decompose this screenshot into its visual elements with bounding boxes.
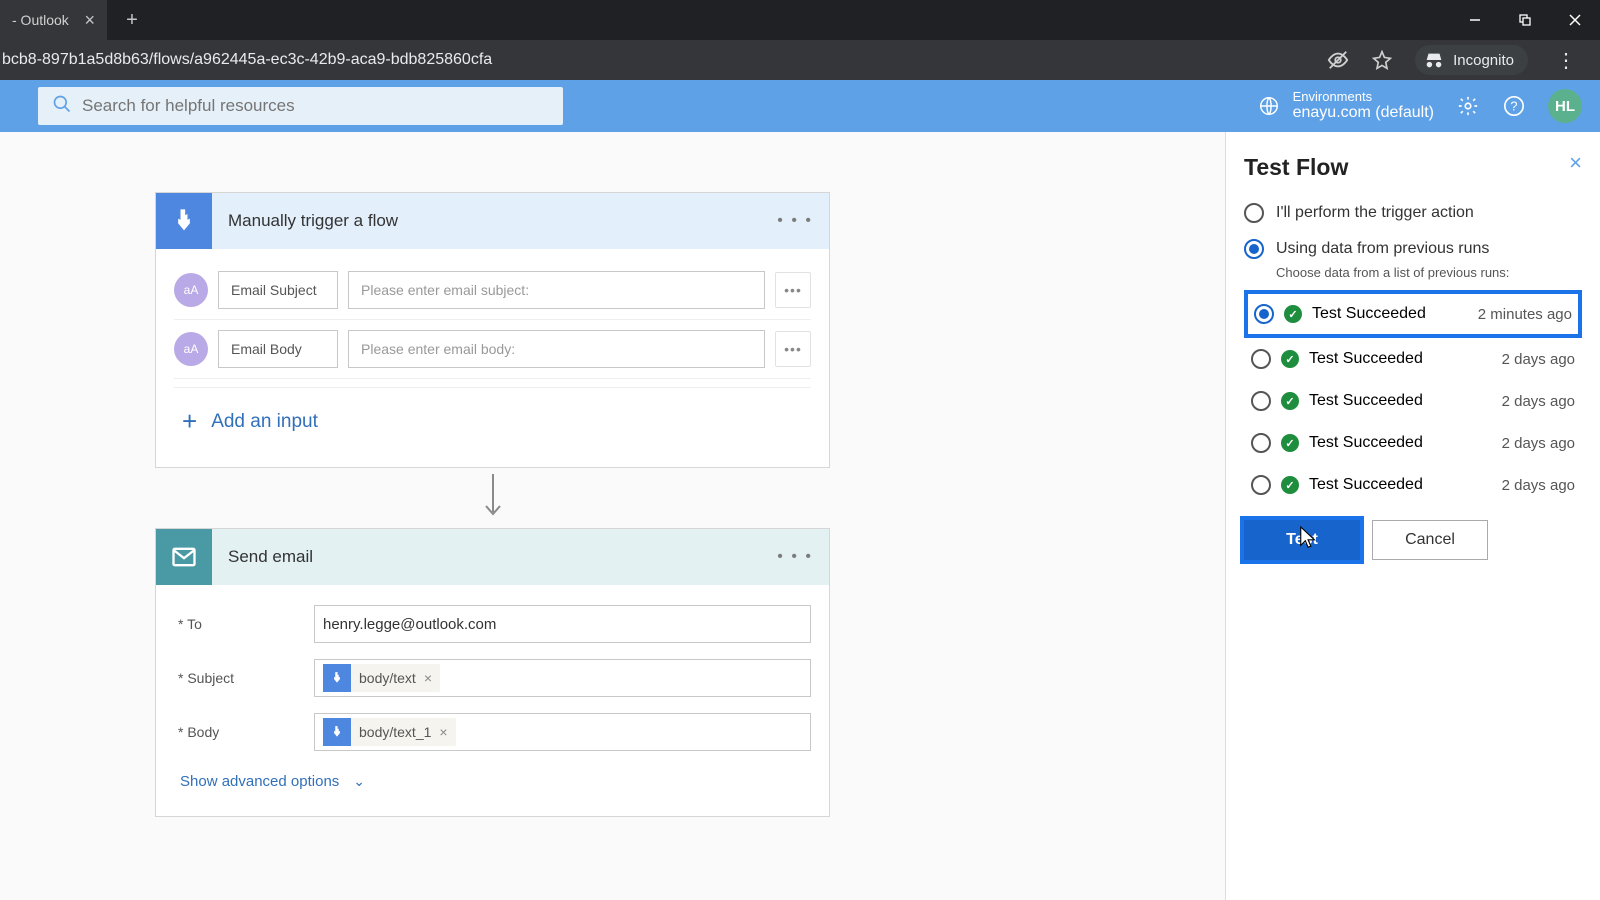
previous-runs-subtext: Choose data from a list of previous runs… xyxy=(1276,265,1582,280)
cancel-button[interactable]: Cancel xyxy=(1372,520,1488,560)
manual-trigger-icon xyxy=(156,193,212,249)
incognito-badge[interactable]: Incognito xyxy=(1415,45,1528,75)
environments-label: Environments xyxy=(1293,90,1434,104)
show-advanced-options[interactable]: Show advanced options ⌄ xyxy=(174,759,811,808)
add-input-button[interactable]: + Add an input xyxy=(174,387,811,459)
search-input[interactable] xyxy=(82,96,549,116)
previous-run-item[interactable]: ✓ Test Succeeded 2 days ago xyxy=(1244,422,1582,464)
input-placeholder-field[interactable]: Please enter email subject: xyxy=(348,271,765,309)
search-icon xyxy=(52,94,72,119)
flow-token-icon xyxy=(323,718,351,746)
success-check-icon: ✓ xyxy=(1281,392,1299,410)
search-box[interactable] xyxy=(38,87,563,125)
trigger-card: Manually trigger a flow • • • aA Email S… xyxy=(155,192,830,468)
radio-checked-icon xyxy=(1254,304,1274,324)
close-panel-icon[interactable]: × xyxy=(1569,150,1582,176)
previous-run-item[interactable]: ✓ Test Succeeded 2 days ago xyxy=(1244,338,1582,380)
browser-tab[interactable]: - Outlook × xyxy=(0,0,107,40)
remove-token-icon[interactable]: × xyxy=(424,670,432,686)
browser-menu-icon[interactable]: ⋮ xyxy=(1550,48,1582,73)
previous-run-item[interactable]: ✓ Test Succeeded 2 days ago xyxy=(1244,464,1582,506)
environment-value: enayu.com (default) xyxy=(1293,104,1434,121)
tab-title: - Outlook xyxy=(12,12,69,28)
window-minimize-icon[interactable] xyxy=(1450,0,1500,40)
window-maximize-icon[interactable] xyxy=(1500,0,1550,40)
flow-arrow-icon xyxy=(155,474,830,522)
plus-icon: + xyxy=(182,406,197,437)
trigger-more-icon[interactable]: • • • xyxy=(777,212,813,230)
radio-icon xyxy=(1251,475,1271,495)
bookmark-star-icon[interactable] xyxy=(1371,49,1393,71)
svg-text:?: ? xyxy=(1510,99,1517,114)
panel-title: Test Flow xyxy=(1244,154,1582,181)
input-name-field[interactable]: Email Body xyxy=(218,330,338,368)
trigger-input-row: aA Email Subject Please enter email subj… xyxy=(174,261,811,320)
test-button[interactable]: Test xyxy=(1244,520,1360,560)
subject-label: * Subject xyxy=(174,670,314,686)
radio-checked-icon xyxy=(1244,239,1264,259)
action-card: Send email • • • * To henry.legge@outloo… xyxy=(155,528,830,817)
trigger-input-row: aA Email Body Please enter email body: •… xyxy=(174,320,811,379)
radio-icon xyxy=(1244,203,1264,223)
subject-field[interactable]: body/text × xyxy=(314,659,811,697)
incognito-label: Incognito xyxy=(1453,52,1514,69)
success-check-icon: ✓ xyxy=(1281,476,1299,494)
remove-token-icon[interactable]: × xyxy=(439,724,447,740)
previous-run-item[interactable]: ✓ Test Succeeded 2 days ago xyxy=(1244,380,1582,422)
input-placeholder-field[interactable]: Please enter email body: xyxy=(348,330,765,368)
option-previous-runs[interactable]: Using data from previous runs xyxy=(1244,239,1582,259)
new-tab-button[interactable]: + xyxy=(117,9,147,32)
chevron-down-icon: ⌄ xyxy=(353,773,365,790)
radio-icon xyxy=(1251,349,1271,369)
environment-picker[interactable]: Environments enayu.com (default) xyxy=(1257,90,1434,122)
radio-icon xyxy=(1251,391,1271,411)
globe-icon xyxy=(1257,94,1281,118)
body-label: * Body xyxy=(174,724,314,740)
text-param-icon: aA xyxy=(174,273,208,307)
user-avatar[interactable]: HL xyxy=(1548,89,1582,123)
address-bar-url[interactable]: bcb8-897b1a5d8b63/flows/a962445a-ec3c-42… xyxy=(0,51,492,69)
flow-token-icon xyxy=(323,664,351,692)
success-check-icon: ✓ xyxy=(1281,434,1299,452)
dynamic-content-token[interactable]: body/text × xyxy=(323,664,440,692)
to-label: * To xyxy=(174,616,314,632)
success-check-icon: ✓ xyxy=(1284,305,1302,323)
test-flow-panel: × Test Flow I'll perform the trigger act… xyxy=(1225,132,1600,900)
send-email-icon xyxy=(156,529,212,585)
success-check-icon: ✓ xyxy=(1281,350,1299,368)
option-manual-trigger[interactable]: I'll perform the trigger action xyxy=(1244,203,1582,223)
trigger-title: Manually trigger a flow xyxy=(228,211,398,231)
input-row-more-icon[interactable]: ••• xyxy=(775,272,811,308)
action-more-icon[interactable]: • • • xyxy=(777,548,813,566)
action-title: Send email xyxy=(228,547,313,567)
text-param-icon: aA xyxy=(174,332,208,366)
window-close-icon[interactable] xyxy=(1550,0,1600,40)
radio-icon xyxy=(1251,433,1271,453)
previous-run-item[interactable]: ✓ Test Succeeded 2 minutes ago xyxy=(1244,290,1582,338)
body-field[interactable]: body/text_1 × xyxy=(314,713,811,751)
input-row-more-icon[interactable]: ••• xyxy=(775,331,811,367)
dynamic-content-token[interactable]: body/text_1 × xyxy=(323,718,456,746)
help-icon[interactable]: ? xyxy=(1502,94,1526,118)
input-name-field[interactable]: Email Subject xyxy=(218,271,338,309)
settings-gear-icon[interactable] xyxy=(1456,94,1480,118)
to-field[interactable]: henry.legge@outlook.com xyxy=(314,605,811,643)
tracking-off-icon[interactable] xyxy=(1327,49,1349,71)
close-tab-icon[interactable]: × xyxy=(84,10,95,31)
